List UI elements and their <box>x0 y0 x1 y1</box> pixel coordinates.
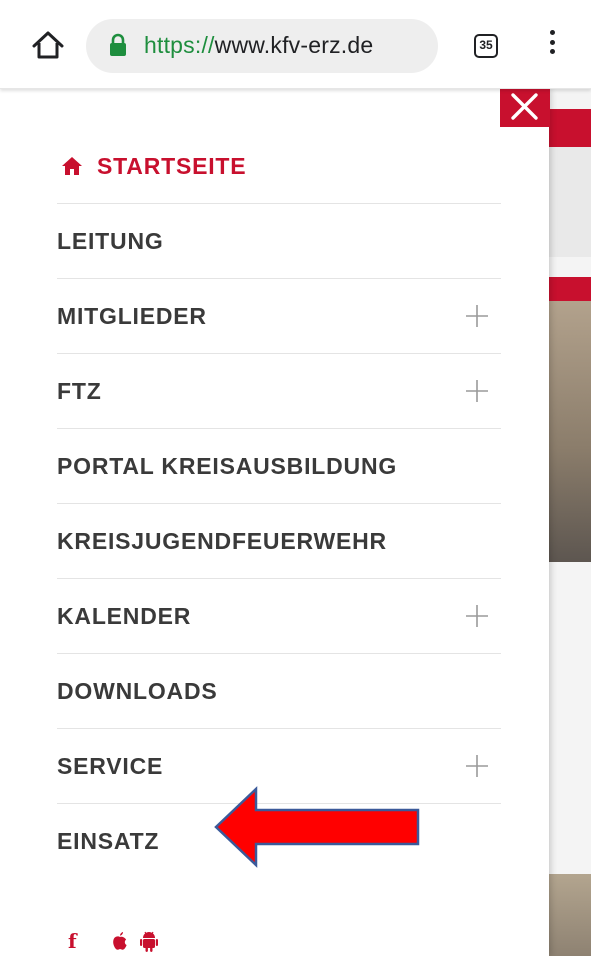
page-image <box>549 277 591 562</box>
home-icon[interactable] <box>30 27 66 63</box>
menu-item-kreisjugendfeuerwehr[interactable]: KREISJUGENDFEUERWEHR <box>57 504 501 579</box>
menu-list: STARTSEITE LEITUNG MITGLIEDER FTZ PORTAL… <box>57 129 501 878</box>
plus-icon[interactable] <box>465 604 489 628</box>
menu-item-label: EINSATZ <box>57 827 160 854</box>
facebook-icon[interactable]: f <box>68 929 77 953</box>
home-icon <box>62 157 82 175</box>
menu-item-portal-kreisausbildung[interactable]: PORTAL KREISAUSBILDUNG <box>57 429 501 504</box>
plus-icon[interactable] <box>465 379 489 403</box>
menu-item-label: STARTSEITE <box>97 152 247 179</box>
url-text: https://www.kfv-erz.de <box>144 32 373 59</box>
url-host: www.kfv-erz.de <box>214 32 374 58</box>
plus-icon[interactable] <box>465 304 489 328</box>
close-icon <box>511 93 538 120</box>
social-links: f <box>68 929 159 953</box>
page-banner <box>549 147 591 257</box>
overflow-menu-icon[interactable] <box>540 30 564 64</box>
tabs-icon[interactable]: 35 <box>474 34 498 58</box>
plus-icon[interactable] <box>465 754 489 778</box>
address-bar[interactable]: https://www.kfv-erz.de <box>86 19 438 73</box>
menu-item-mitglieder[interactable]: MITGLIEDER <box>57 279 501 354</box>
tab-count: 35 <box>479 38 493 52</box>
page-background <box>549 89 591 956</box>
menu-item-label: FTZ <box>57 377 102 404</box>
menu-item-label: PORTAL KREISAUSBILDUNG <box>57 452 398 479</box>
menu-item-label: LEITUNG <box>57 227 164 254</box>
android-icon[interactable] <box>139 930 159 952</box>
app-store-links <box>111 930 159 952</box>
menu-item-downloads[interactable]: DOWNLOADS <box>57 654 501 729</box>
menu-item-label: MITGLIEDER <box>57 302 207 329</box>
menu-item-label: DOWNLOADS <box>57 677 218 704</box>
apple-icon[interactable] <box>111 931 129 951</box>
page-image <box>549 874 591 956</box>
close-button[interactable] <box>500 89 550 127</box>
page-image-label <box>549 277 591 301</box>
lock-icon <box>110 33 126 56</box>
menu-item-startseite[interactable]: STARTSEITE <box>57 129 501 204</box>
menu-item-label: SERVICE <box>57 752 164 779</box>
menu-item-ftz[interactable]: FTZ <box>57 354 501 429</box>
menu-item-leitung[interactable]: LEITUNG <box>57 204 501 279</box>
menu-item-kalender[interactable]: KALENDER <box>57 579 501 654</box>
menu-item-label: KREISJUGENDFEUERWEHR <box>57 527 387 554</box>
arrow-annotation <box>214 786 420 868</box>
page-header-bar <box>549 109 591 147</box>
menu-item-label: KALENDER <box>57 602 192 629</box>
url-scheme: https:// <box>144 32 215 58</box>
browser-toolbar: https://www.kfv-erz.de 35 <box>0 0 591 89</box>
